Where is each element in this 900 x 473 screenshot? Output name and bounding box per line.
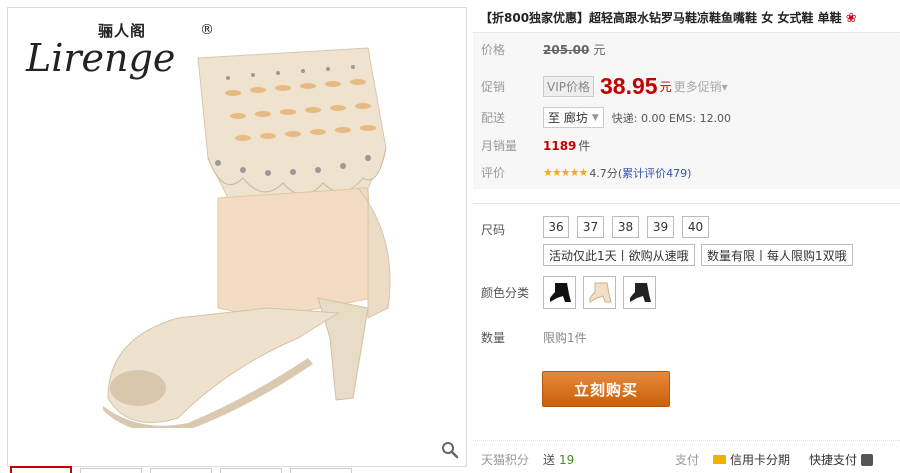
- original-price: 205.00: [543, 42, 590, 57]
- promo-tag-2[interactable]: 数量有限丨每人限购1双哦: [701, 244, 853, 266]
- size-label: 尺码: [481, 223, 506, 237]
- delivery-row: 配送 至 廊坊 ▼ 快递: 0.00 EMS: 12.00: [481, 107, 731, 128]
- sku-options: 尺码 36 37 38 39 40 活动仅此1天丨欲购从速哦 数量有限丨每人限购…: [473, 203, 900, 433]
- price-row: 价格 205.00 元: [481, 41, 605, 58]
- tmall-points: 天猫积分: [481, 451, 529, 468]
- thumbnail-4[interactable]: [220, 468, 282, 473]
- region-select[interactable]: 至 廊坊 ▼: [543, 107, 604, 128]
- delivery-label: 配送: [481, 111, 506, 125]
- black-shoe-thumb-icon: [629, 282, 651, 302]
- thumbnail-1[interactable]: [10, 466, 72, 473]
- rating-row: 评价 ★★★★★ 4.7分 (累计评价479): [481, 164, 691, 181]
- quick-pay-label: 快捷支付: [809, 453, 858, 467]
- product-image-frame: 骊人阁 Lirenge ®: [7, 7, 467, 467]
- rating-label: 评价: [481, 166, 506, 180]
- sales-unit: 件: [578, 139, 591, 153]
- promo-row: 促销 VIP价格 38.95 元 更多促销▾: [481, 73, 728, 100]
- thumbnail-5[interactable]: [290, 468, 352, 473]
- points-prefix: 送: [543, 453, 556, 467]
- points-label: 天猫积分: [481, 453, 530, 467]
- beige-shoe-thumb-icon: [589, 282, 612, 303]
- vip-price-badge[interactable]: VIP价格: [543, 76, 594, 97]
- size-option-39[interactable]: 39: [647, 216, 674, 238]
- quantity-label: 数量: [481, 331, 506, 345]
- payment-label: 支付: [675, 453, 700, 467]
- color-option-beige[interactable]: [583, 276, 616, 309]
- color-option-black[interactable]: [543, 276, 576, 309]
- registered-mark: ®: [200, 22, 214, 38]
- region-value: 至 廊坊: [548, 111, 588, 125]
- credit-installment[interactable]: 信用卡分期: [713, 451, 790, 468]
- size-option-38[interactable]: 38: [612, 216, 639, 238]
- review-count-link[interactable]: (累计评价479): [618, 165, 692, 181]
- sales-row: 月销量 1189 件: [481, 137, 590, 154]
- zoom-magnifier-icon[interactable]: [438, 438, 462, 462]
- size-option-36[interactable]: 36: [543, 216, 569, 238]
- quick-pay[interactable]: 快捷支付: [809, 451, 874, 468]
- quick-pay-icon: [861, 453, 874, 466]
- points-value-wrap: 送 19: [543, 451, 574, 468]
- thumbnail-2[interactable]: [80, 468, 142, 473]
- points-value: 19: [559, 452, 575, 467]
- quantity-limit-note: 限购1件: [543, 331, 587, 345]
- promo-price: 38.95: [600, 73, 658, 99]
- sales-label: 月销量: [481, 139, 518, 153]
- product-title: 【折800独家优惠】超轻高跟水钻罗马鞋凉鞋鱼嘴鞋 女 女式鞋 单鞋 ❀: [480, 9, 900, 26]
- black-shoe-thumb-icon: [549, 282, 571, 302]
- color-option-black-2[interactable]: [623, 276, 656, 309]
- buy-now-button[interactable]: 立刻购买: [542, 371, 670, 407]
- rating-score: 4.7分: [589, 166, 618, 180]
- star-rating-icon: ★★★★★: [543, 166, 588, 179]
- price-label: 价格: [481, 43, 506, 57]
- color-label: 颜色分类: [481, 286, 530, 300]
- credit-installment-label: 信用卡分期: [730, 453, 791, 467]
- shoe-image[interactable]: [68, 38, 428, 428]
- thumbnail-3[interactable]: [150, 468, 212, 473]
- product-title-text: 【折800独家优惠】超轻高跟水钻罗马鞋凉鞋鱼嘴鞋 女 女式鞋 单鞋: [480, 11, 842, 25]
- promo-tag-1[interactable]: 活动仅此1天丨欲购从速哦: [543, 244, 695, 266]
- sales-count: 1189: [543, 138, 577, 153]
- price-unit: 元: [593, 43, 606, 57]
- more-promo-link[interactable]: 更多促销▾: [674, 78, 728, 95]
- shipping-fee: 快递: 0.00 EMS: 12.00: [611, 111, 732, 125]
- chevron-down-icon: ▼: [591, 112, 599, 123]
- price-panel: 价格 205.00 元 促销 VIP价格 38.95 元 更多促销▾ 配送 至 …: [473, 32, 900, 189]
- promo-price-unit: 元: [659, 80, 672, 94]
- size-option-37[interactable]: 37: [577, 216, 604, 238]
- bottom-info-bar: 天猫积分 送 19 支付 信用卡分期 快捷支付: [473, 440, 900, 473]
- flower-icon: ❀: [845, 11, 857, 26]
- promo-label: 促销: [481, 80, 506, 94]
- size-option-40[interactable]: 40: [682, 216, 709, 238]
- credit-card-icon: [713, 455, 726, 464]
